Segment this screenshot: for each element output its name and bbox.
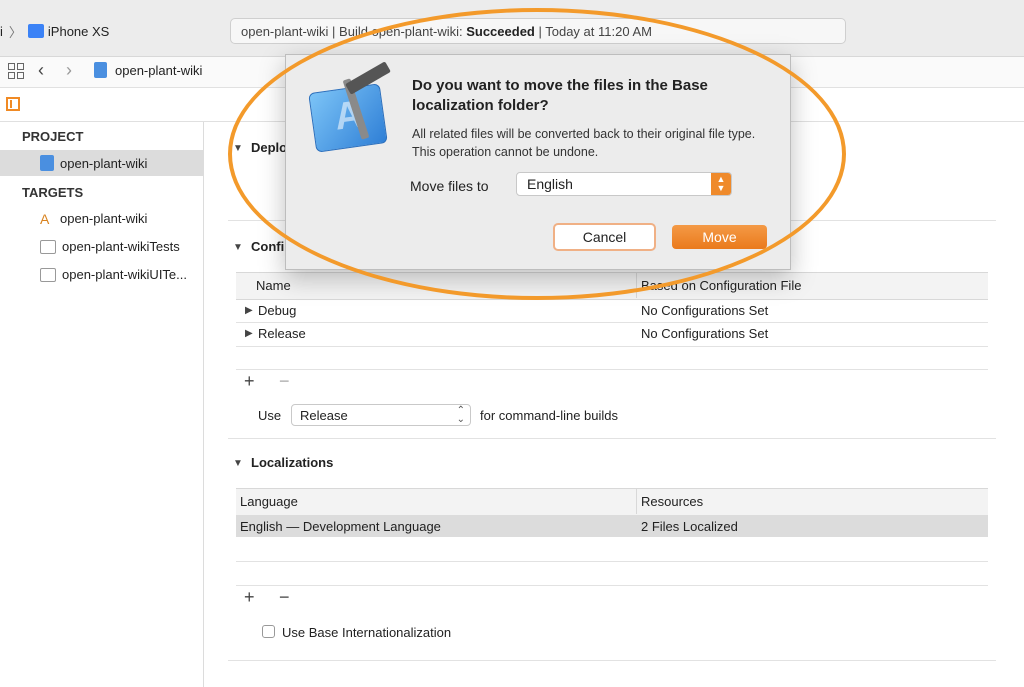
device-name: iPhone XS bbox=[47, 23, 110, 39]
select-value: Release bbox=[300, 407, 348, 423]
sidebar-item-target-app[interactable]: A open-plant-wiki bbox=[40, 211, 147, 226]
section-title-localizations: Localizations bbox=[251, 455, 334, 470]
use-suffix-label: for command-line builds bbox=[480, 408, 619, 423]
config-value: No Configurations Set bbox=[641, 303, 769, 318]
config-value: No Configurations Set bbox=[641, 326, 769, 341]
sidebar-item-target-tests[interactable]: open-plant-wikiTests bbox=[40, 239, 180, 254]
divider bbox=[236, 561, 988, 562]
project-sidebar bbox=[0, 122, 204, 687]
add-configuration-button[interactable]: + bbox=[244, 371, 255, 392]
status-project: open-plant-wiki bbox=[241, 23, 329, 39]
divider bbox=[236, 369, 988, 370]
sidebar-item-project[interactable]: open-plant-wiki bbox=[40, 155, 147, 171]
add-localization-button[interactable]: + bbox=[244, 587, 255, 608]
expand-triangle-icon[interactable]: ▶ bbox=[245, 305, 253, 316]
divider bbox=[228, 438, 996, 439]
project-header: PROJECT bbox=[22, 129, 84, 144]
sidebar-item-label: open-plant-wikiTests bbox=[62, 239, 180, 254]
column-header-name[interactable]: Name bbox=[256, 278, 291, 293]
test-target-icon bbox=[40, 239, 56, 254]
table-row[interactable] bbox=[236, 299, 988, 321]
sidebar-item-label: open-plant-wikiUITe... bbox=[62, 267, 187, 282]
breadcrumb-project[interactable]: open-plant-wiki bbox=[115, 63, 202, 78]
project-file-icon bbox=[94, 62, 107, 78]
column-header-language[interactable]: Language bbox=[240, 494, 298, 509]
command-line-config-select[interactable]: Release ⌃ ⌄ bbox=[291, 404, 471, 426]
disclosure-triangle-icon[interactable]: ▼ bbox=[233, 458, 243, 469]
disclosure-triangle-icon[interactable]: ▼ bbox=[233, 242, 243, 253]
table-row[interactable] bbox=[236, 323, 988, 345]
divider bbox=[236, 585, 988, 586]
use-label: Use bbox=[258, 408, 282, 423]
sidebar-item-target-uitests[interactable]: open-plant-wikiUITe... bbox=[40, 267, 187, 282]
forward-arrow-icon[interactable]: › bbox=[66, 60, 72, 81]
config-name: Debug bbox=[258, 303, 297, 318]
annotation-ellipse bbox=[228, 8, 846, 300]
project-icon bbox=[40, 155, 54, 171]
language-cell: English — Development Language bbox=[240, 519, 441, 534]
app-target-icon: A bbox=[40, 210, 50, 227]
updown-chevron-icon: ⌃ ⌄ bbox=[456, 405, 465, 425]
device-icon bbox=[27, 24, 44, 38]
column-separator bbox=[636, 488, 637, 514]
remove-localization-button[interactable]: − bbox=[279, 587, 290, 608]
related-items-icon[interactable] bbox=[8, 63, 24, 79]
section-title-configurations: Confi bbox=[251, 239, 285, 254]
sidebar-item-label: open-plant-wiki bbox=[60, 155, 148, 171]
divider bbox=[228, 660, 996, 661]
localization-table-header bbox=[236, 488, 988, 516]
base-internationalization-label: Use Base Internationalization bbox=[282, 625, 452, 640]
sidebar-toggle-icon[interactable] bbox=[6, 97, 20, 111]
config-name: Release bbox=[258, 326, 306, 341]
chevron-right-icon: 〉 bbox=[8, 24, 22, 40]
back-arrow-icon[interactable]: ‹ bbox=[38, 60, 44, 81]
targets-header: TARGETS bbox=[22, 185, 84, 200]
remove-configuration-button[interactable]: − bbox=[279, 371, 290, 392]
resources-cell: 2 Files Localized bbox=[641, 519, 738, 534]
sidebar-item-label: open-plant-wiki bbox=[60, 211, 148, 226]
scheme-selector[interactable]: i 〉 iPhone XS bbox=[0, 18, 109, 44]
base-internationalization-checkbox[interactable] bbox=[262, 625, 275, 638]
column-header-resources[interactable]: Resources bbox=[641, 494, 703, 509]
uitest-target-icon bbox=[40, 267, 56, 282]
divider bbox=[236, 346, 988, 347]
scheme-name: i bbox=[0, 23, 3, 39]
expand-triangle-icon[interactable]: ▶ bbox=[245, 328, 253, 339]
